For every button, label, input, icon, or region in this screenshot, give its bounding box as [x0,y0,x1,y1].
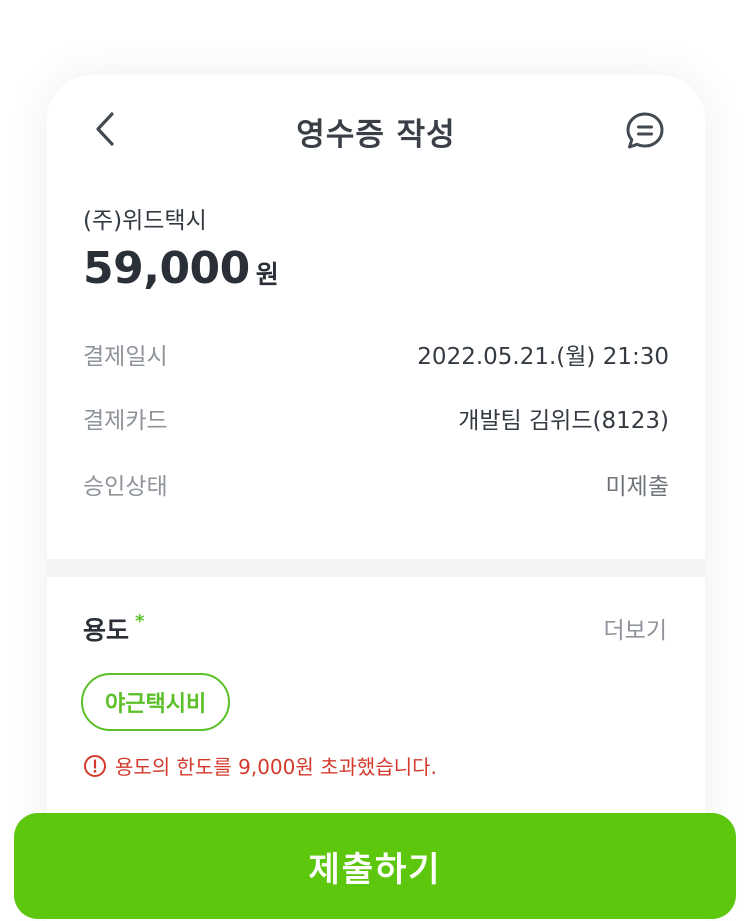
approval-status-row: 승인상태 미제출 [83,467,669,501]
amount: 59,000 원 [83,243,279,294]
payment-card-value: 개발팀 김위드(8123) [458,408,669,434]
limit-warning: 용도의 한도를 9,000원 초과했습니다. [83,751,437,780]
required-mark: * [135,611,145,632]
purpose-title: 용도 * [83,611,144,647]
purpose-title-text: 용도 [83,616,130,645]
submit-button[interactable]: 제출하기 [14,813,736,919]
chat-button[interactable] [623,109,667,153]
amount-value: 59,000 [83,243,250,294]
alert-circle-icon [83,754,107,778]
purpose-chip-selected[interactable]: 야근택시비 [81,673,231,731]
amount-unit: 원 [255,260,279,289]
receipt-screen: 영수증 작성 (주)위드택시 59,000 원 결제일시 2022.05.21.… [47,75,705,921]
payment-datetime-label: 결제일시 [83,344,168,370]
payment-card-row: 결제카드 개발팀 김위드(8123) [83,401,669,435]
approval-status-value: 미제출 [605,474,669,500]
payment-datetime-row: 결제일시 2022.05.21.(월) 21:30 [83,337,669,371]
chat-bubble-icon [626,112,664,149]
merchant-name: (주)위드택시 [83,208,207,234]
approval-status-label: 승인상태 [83,474,168,500]
section-divider [47,559,705,577]
more-link[interactable]: 더보기 [604,611,667,645]
payment-card-label: 결제카드 [83,408,168,434]
page-title: 영수증 작성 [296,117,456,153]
payment-datetime-value: 2022.05.21.(월) 21:30 [417,344,669,370]
limit-warning-text: 용도의 한도를 9,000원 초과했습니다. [115,755,437,779]
app-header: 영수증 작성 [47,75,705,185]
